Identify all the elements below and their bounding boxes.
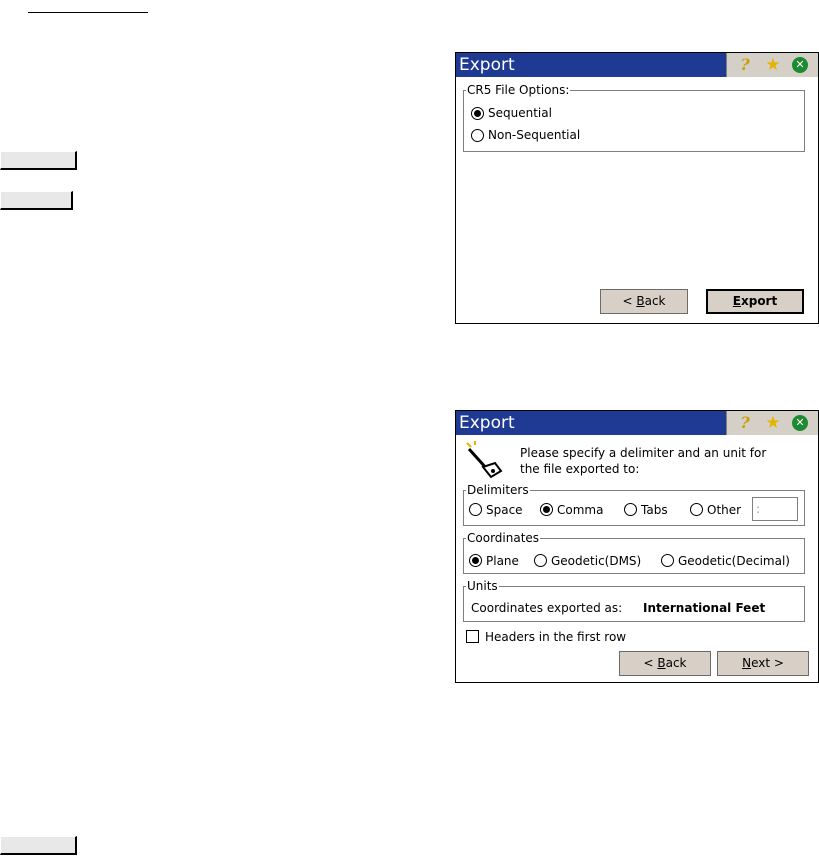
units-label: Units — [466, 578, 499, 594]
headers-checkbox-label: Headers in the first row — [485, 630, 627, 644]
geodetic-dms-label: Geodetic(DMS) — [551, 554, 642, 568]
sequential-label: Sequential — [488, 106, 552, 120]
coordinates-group: Coordinates Plane Geodetic(DMS) Geodetic… — [463, 530, 805, 574]
delimiters-group: Delimiters Space Comma Tabs Other : — [463, 482, 805, 526]
geodetic-dms-radio[interactable] — [534, 554, 547, 567]
other-delimiter-input[interactable]: : — [752, 497, 798, 521]
back-button[interactable]: < Back — [619, 651, 711, 676]
comma-radio[interactable] — [540, 503, 553, 516]
group-label: CR5 File Options: — [466, 82, 571, 98]
star-icon[interactable]: ★ — [763, 413, 783, 433]
close-icon[interactable]: ✕ — [792, 415, 808, 431]
space-label: Space — [486, 503, 523, 517]
units-caption: Coordinates exported as: — [471, 601, 623, 615]
export-dialog-delimited: Export ? ★ ✕ Please specify a delimiter … — [455, 410, 819, 683]
instruction-line-2: the file exported to: — [520, 462, 640, 476]
instruction-line-1: Please specify a delimiter and an unit f… — [520, 446, 767, 460]
help-icon[interactable]: ? — [735, 413, 755, 433]
other-label: Other — [707, 503, 742, 517]
doc-field-box-2 — [0, 191, 73, 210]
plane-label: Plane — [486, 554, 519, 568]
units-group: Units Coordinates exported as: Internati… — [463, 578, 805, 622]
title-bar-icons: ? ★ ✕ — [726, 53, 818, 77]
comma-label: Comma — [557, 503, 604, 517]
title-bar: Export ? ★ ✕ — [456, 411, 818, 435]
tabs-label: Tabs — [641, 503, 668, 517]
non-sequential-label: Non-Sequential — [488, 128, 581, 142]
dialog-title: Export — [459, 413, 515, 433]
geodetic-decimal-label: Geodetic(Decimal) — [678, 554, 790, 568]
export-button[interactable]: Export — [706, 289, 804, 314]
star-icon[interactable]: ★ — [763, 55, 783, 75]
sequential-radio[interactable] — [471, 107, 484, 120]
space-radio[interactable] — [469, 503, 482, 516]
title-bar: Export ? ★ ✕ — [456, 53, 818, 77]
doc-field-box-3 — [0, 836, 77, 855]
units-value: International Feet — [643, 601, 766, 615]
delimiters-label: Delimiters — [466, 482, 530, 498]
next-button[interactable]: Next > — [717, 651, 809, 676]
doc-underline — [28, 12, 148, 13]
non-sequential-radio[interactable] — [471, 129, 484, 142]
other-radio[interactable] — [690, 503, 703, 516]
help-icon[interactable]: ? — [735, 55, 755, 75]
dialog-title: Export — [459, 55, 515, 75]
cr5-options-group: CR5 File Options: Sequential Non-Sequent… — [463, 82, 805, 152]
back-button[interactable]: < Back — [600, 289, 688, 314]
close-icon[interactable]: ✕ — [792, 57, 808, 73]
title-bar-icons: ? ★ ✕ — [726, 411, 818, 435]
headers-checkbox[interactable] — [466, 630, 479, 643]
coordinates-label: Coordinates — [466, 530, 541, 546]
doc-field-box-1 — [0, 151, 77, 170]
geodetic-decimal-radio[interactable] — [661, 554, 674, 567]
export-dialog-cr5: Export ? ★ ✕ CR5 File Options: Sequentia… — [455, 52, 819, 324]
tabs-radio[interactable] — [624, 503, 637, 516]
export-wizard-icon — [466, 441, 503, 479]
plane-radio[interactable] — [469, 554, 482, 567]
